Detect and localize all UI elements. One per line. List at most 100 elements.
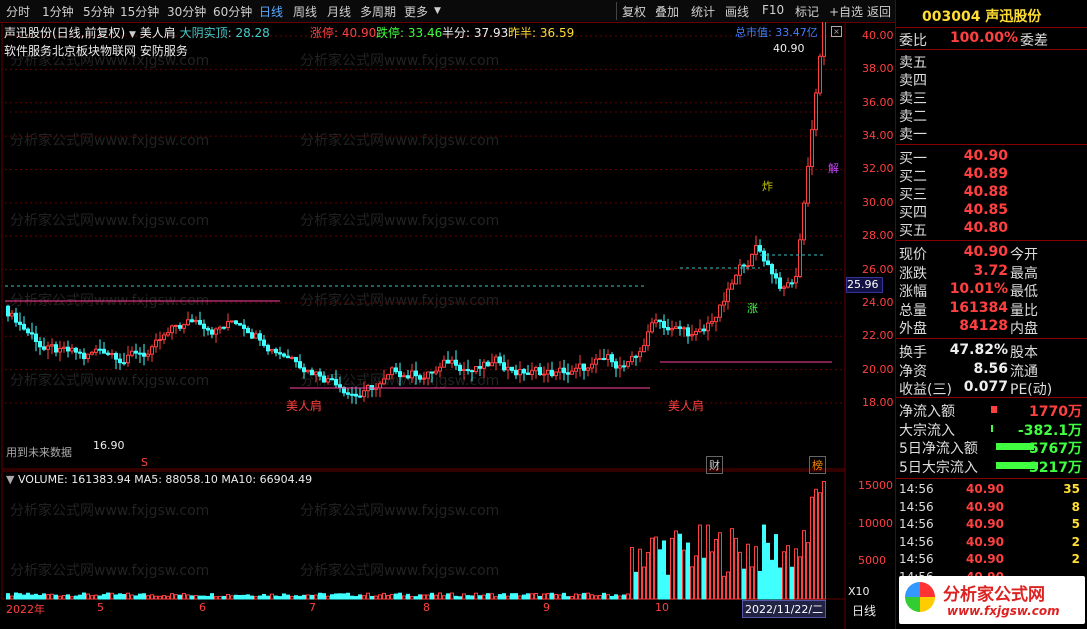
candle-body	[346, 392, 350, 395]
candle-body	[514, 369, 518, 376]
indicator-name[interactable]: 美人肩	[140, 26, 176, 40]
volume-settings-icon[interactable]: ▼	[6, 473, 14, 486]
volume-bar	[158, 595, 162, 600]
candle-body	[462, 369, 466, 372]
candle-body	[450, 359, 454, 364]
flow-row: 5日大宗流入 -3217万	[896, 457, 1087, 476]
volume-bar	[810, 496, 814, 600]
volume-bar	[374, 595, 378, 600]
candle-body	[58, 347, 62, 353]
flow-bar	[996, 443, 1034, 450]
logo-flower-icon	[905, 582, 935, 612]
candle-body	[270, 348, 274, 352]
volume-bar	[398, 592, 402, 600]
candle-body	[94, 348, 98, 353]
tick-price: 40.90	[966, 482, 1004, 496]
stat-row: 总量 161384 量比	[896, 300, 1087, 319]
tick-price: 40.90	[966, 534, 1004, 549]
candle-body	[378, 383, 382, 389]
volume-bar	[538, 595, 542, 600]
volume-bar	[194, 595, 198, 600]
candle-body	[42, 346, 46, 350]
stat-label2: 内盘	[1010, 321, 1038, 337]
candle-body	[82, 352, 86, 360]
candle-body	[502, 362, 506, 371]
volume-bar	[454, 595, 458, 600]
candle-body	[546, 369, 550, 375]
candle-body	[34, 333, 38, 343]
stat2-label: 净资	[899, 363, 927, 380]
volume-bar	[298, 595, 302, 600]
ask-row: 卖三	[896, 88, 1087, 107]
candle-body	[534, 367, 538, 372]
candle-body	[674, 326, 678, 329]
divider	[896, 49, 1087, 50]
candles	[6, 22, 826, 405]
volume-bar	[318, 592, 322, 600]
ask-row: 卖四	[896, 70, 1087, 89]
flow-value: 1770万	[1029, 404, 1082, 420]
candle-body	[786, 282, 790, 288]
volume-bar	[714, 538, 718, 600]
finance-badge[interactable]: 财	[706, 456, 723, 474]
back-button[interactable]: 返回	[867, 3, 891, 20]
volume-bar	[742, 568, 746, 600]
dropdown-icon[interactable]: ▼	[129, 30, 136, 40]
divider	[896, 338, 1087, 339]
candle-body	[234, 320, 238, 325]
volume-bar	[662, 540, 666, 600]
volume-bar	[90, 595, 94, 600]
volume-bar	[498, 594, 502, 600]
candle-body	[362, 390, 366, 398]
volume-bar	[302, 594, 306, 600]
volume-bar	[54, 594, 58, 600]
candle-body	[22, 323, 26, 330]
logo-url: www.fxjgsw.com	[947, 604, 1060, 618]
candle-body	[306, 369, 310, 373]
candle-body	[282, 353, 286, 357]
stat2-label: 换手	[899, 345, 927, 361]
bid-label: 买三	[899, 187, 927, 203]
volume-unit: X10	[848, 585, 870, 598]
volume-bar	[350, 595, 354, 600]
current-price-marker: 25.96	[846, 277, 883, 293]
candle-body	[66, 346, 70, 352]
stat-label: 外盘	[899, 321, 927, 337]
candle-body	[274, 348, 278, 354]
candle-body	[474, 366, 478, 373]
stat2-label2: PE(动)	[1010, 382, 1053, 398]
flow-row: 5日净流入额 -5767万	[896, 438, 1087, 457]
candle-body	[638, 351, 642, 358]
stat-label: 总量	[899, 302, 927, 319]
volume-bar	[282, 593, 286, 600]
volume-bar	[254, 596, 258, 600]
ranking-badge[interactable]: 榜	[809, 456, 826, 474]
volume-bar	[682, 549, 686, 600]
kline-chart[interactable]	[0, 22, 895, 629]
volume-bar	[722, 575, 726, 600]
volume-bar	[170, 593, 174, 600]
volume-bar	[750, 566, 754, 600]
chart-close-icon[interactable]: ×	[831, 26, 842, 37]
volume-bar	[126, 592, 130, 600]
candle-body	[618, 365, 622, 369]
logo-box: 分析家公式网 www.fxjgsw.com	[899, 576, 1085, 624]
volume-bar	[522, 594, 526, 600]
stat-label2: 最低	[1010, 284, 1038, 300]
stat-value: 10.01%	[949, 281, 1008, 297]
tick-qty: 2	[1071, 552, 1080, 566]
day-label[interactable]: 日线	[852, 602, 876, 619]
flow-label: 大宗流入	[899, 422, 955, 439]
candle-body	[822, 22, 826, 57]
volume-bar	[482, 594, 486, 600]
candle-body	[354, 393, 358, 397]
ask-label: 卖三	[899, 91, 927, 107]
bid-row: 买三 40.88	[896, 184, 1087, 203]
volume-bar	[78, 594, 82, 600]
stat2-label2: 股本	[1010, 345, 1038, 361]
price-tick: 26.00	[862, 262, 894, 276]
stat2-row: 收益(三) 0.077 PE(动)	[896, 379, 1087, 398]
bid-label: 买一	[899, 151, 927, 167]
volume-bar	[566, 596, 570, 600]
candle-body	[178, 325, 182, 329]
